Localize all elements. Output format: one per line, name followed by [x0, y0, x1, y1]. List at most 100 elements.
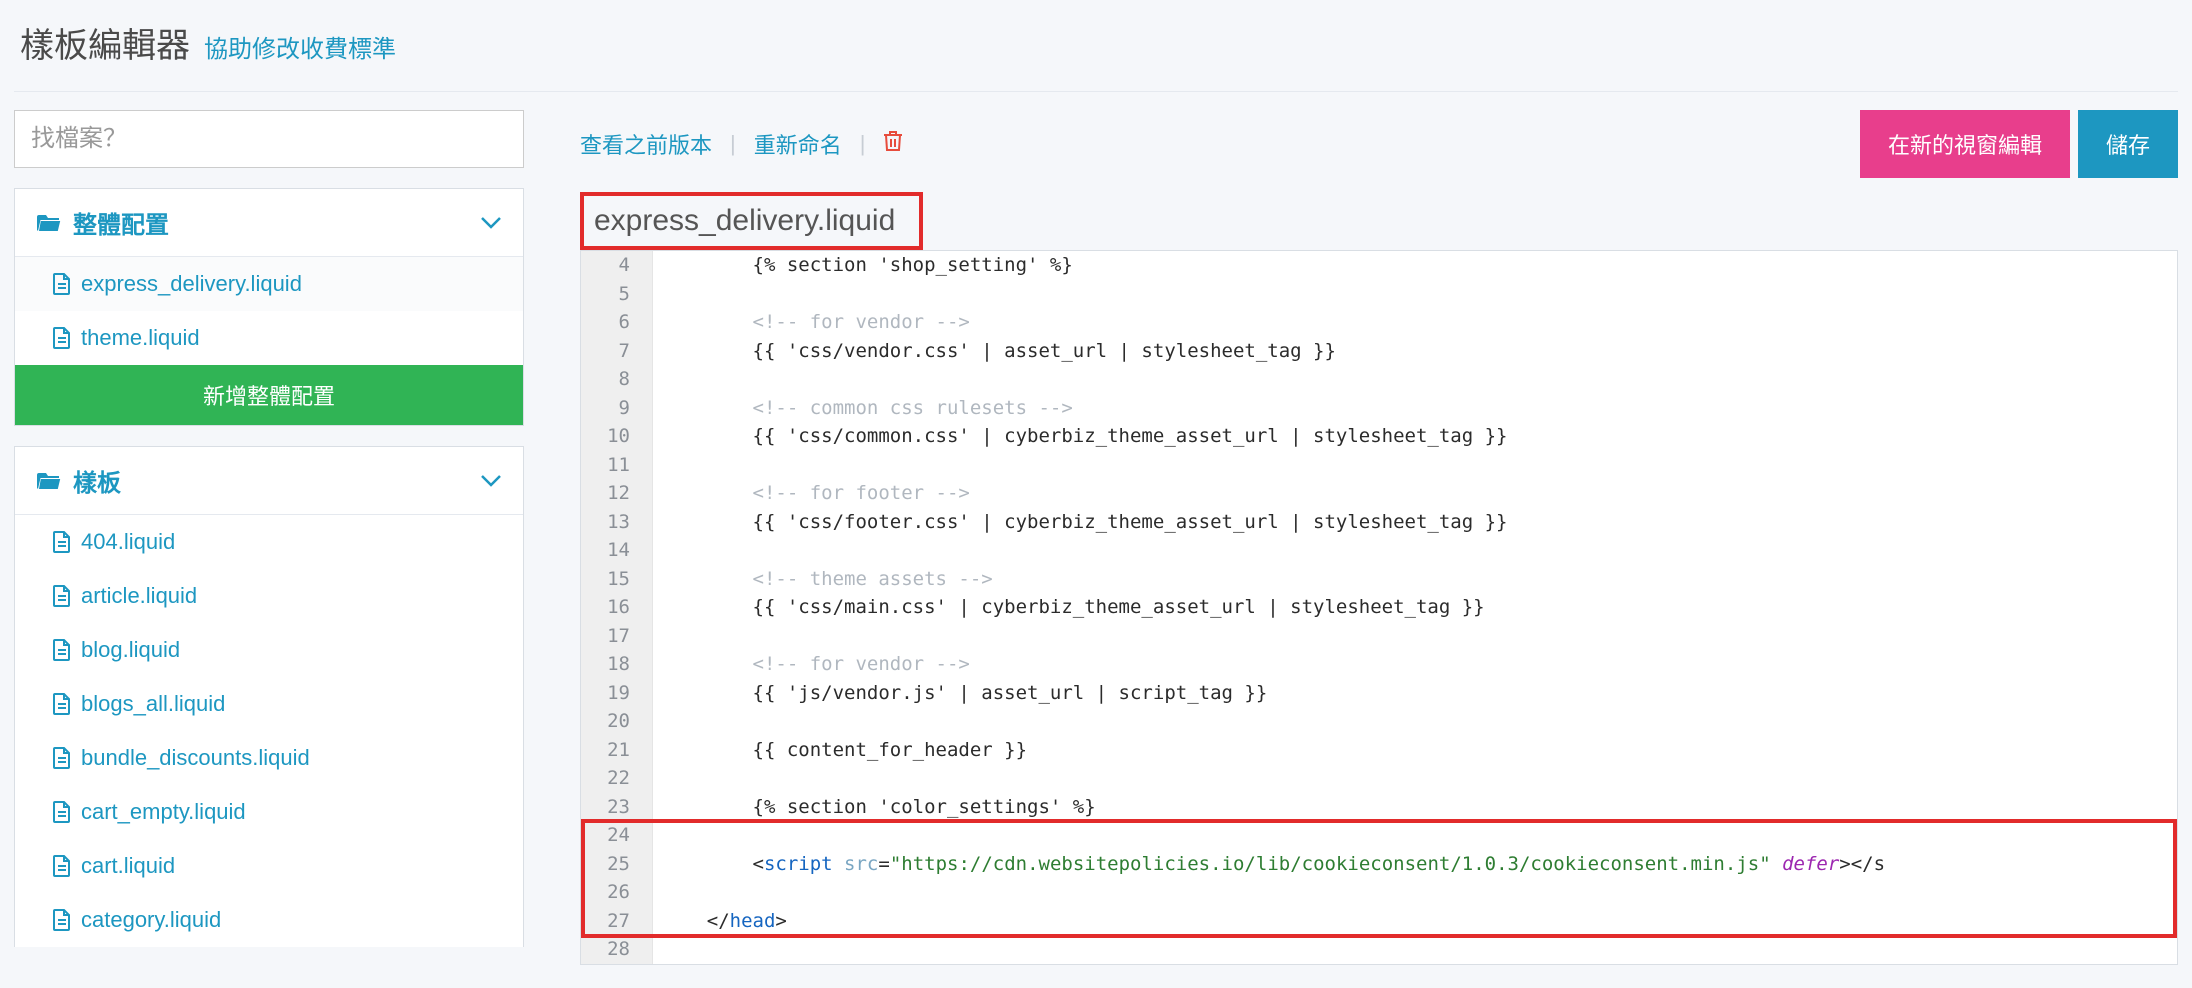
line-number: 11 [581, 451, 653, 480]
code-content [653, 935, 661, 964]
templates-file-list: 404.liquidarticle.liquid blog.liquid blogs… [15, 515, 523, 947]
add-layout-button[interactable]: 新增整體配置 [15, 365, 523, 425]
file-item[interactable]: category.liquid [15, 893, 523, 947]
code-content: {{ content_for_header }} [653, 736, 1027, 765]
code-content [653, 451, 661, 480]
line-number: 13 [581, 508, 653, 537]
file-name: cart.liquid [81, 853, 175, 879]
file-item[interactable]: cart_empty.liquid [15, 785, 523, 839]
line-number: 6 [581, 308, 653, 337]
code-line[interactable]: 11 [581, 451, 2177, 480]
code-line[interactable]: 18 <!-- for vendor --> [581, 650, 2177, 679]
code-line[interactable]: 22 [581, 764, 2177, 793]
line-number: 5 [581, 280, 653, 309]
code-line[interactable]: 25 <script src="https://cdn.websitepolic… [581, 850, 2177, 879]
folder-open-icon [37, 471, 61, 491]
code-line[interactable]: 4 {% section 'shop_setting' %} [581, 251, 2177, 280]
code-line[interactable]: 9 <!-- common css rulesets --> [581, 394, 2177, 423]
prev-version-link[interactable]: 查看之前版本 [580, 128, 712, 160]
file-name: blogs_all.liquid [81, 691, 225, 717]
filename-label: express_delivery.liquid [594, 204, 895, 237]
code-content [653, 878, 661, 907]
code-content: {% section 'color_settings' %} [653, 793, 1096, 822]
line-number: 17 [581, 622, 653, 651]
file-item[interactable]: express_delivery.liquid [15, 257, 523, 311]
panel-layout-head[interactable]: 整體配置 [15, 189, 523, 257]
line-number: 27 [581, 907, 653, 936]
code-line[interactable]: 14 [581, 536, 2177, 565]
edit-new-window-button[interactable]: 在新的視窗編輯 [1860, 110, 2070, 178]
content-area: 查看之前版本 | 重新命名 | 在新的視窗編輯 儲存 express_deliv… [580, 110, 2178, 965]
file-icon [53, 747, 71, 769]
code-line[interactable]: 27 </head> [581, 907, 2177, 936]
line-number: 24 [581, 821, 653, 850]
code-content: <!-- for vendor --> [653, 308, 970, 337]
line-number: 22 [581, 764, 653, 793]
code-line[interactable]: 23 {% section 'color_settings' %} [581, 793, 2177, 822]
panel-layout-title: 整體配置 [73, 205, 169, 240]
toolbar: 查看之前版本 | 重新命名 | 在新的視窗編輯 儲存 [580, 110, 2178, 178]
folder-open-icon [37, 213, 61, 233]
code-line[interactable]: 19 {{ 'js/vendor.js' | asset_url | scrip… [581, 679, 2177, 708]
trash-icon[interactable] [883, 130, 903, 158]
code-line[interactable]: 6 <!-- for vendor --> [581, 308, 2177, 337]
code-content [653, 280, 661, 309]
file-icon [53, 909, 71, 931]
code-content: {{ 'css/main.css' | cyberbiz_theme_asset… [653, 593, 1485, 622]
panel-templates-head[interactable]: 樣板 [15, 447, 523, 515]
code-line[interactable]: 21 {{ content_for_header }} [581, 736, 2177, 765]
line-number: 26 [581, 878, 653, 907]
file-name: blog.liquid [81, 637, 180, 663]
code-editor[interactable]: 4 {% section 'shop_setting' %}56 <!-- fo… [580, 250, 2178, 965]
line-number: 4 [581, 251, 653, 280]
file-item[interactable]: theme.liquid [15, 311, 523, 365]
code-line[interactable]: 8 [581, 365, 2177, 394]
divider: | [860, 131, 866, 157]
code-line[interactable]: 16 {{ 'css/main.css' | cyberbiz_theme_as… [581, 593, 2177, 622]
file-item[interactable]: article.liquid [15, 569, 523, 623]
file-item[interactable]: blogs_all.liquid [15, 677, 523, 731]
code-line[interactable]: 24 [581, 821, 2177, 850]
code-line[interactable]: 10 {{ 'css/common.css' | cyberbiz_theme_… [581, 422, 2177, 451]
file-item[interactable]: 404.liquid [15, 515, 523, 569]
code-content [653, 536, 661, 565]
panel-layout: 整體配置 express_delivery.liquidtheme.liquid… [14, 188, 524, 426]
file-item[interactable]: bundle_discounts.liquid [15, 731, 523, 785]
line-number: 16 [581, 593, 653, 622]
filename-highlight: express_delivery.liquid [580, 192, 923, 250]
code-line[interactable]: 26 [581, 878, 2177, 907]
line-number: 21 [581, 736, 653, 765]
rename-link[interactable]: 重新命名 [754, 128, 842, 160]
page-header: 樣板編輯器 協助修改收費標準 [0, 0, 2192, 91]
page-subtitle-link[interactable]: 協助修改收費標準 [204, 29, 396, 64]
line-number: 15 [581, 565, 653, 594]
code-line[interactable]: 7 {{ 'css/vendor.css' | asset_url | styl… [581, 337, 2177, 366]
file-item[interactable]: cart.liquid [15, 839, 523, 893]
search-input[interactable] [14, 110, 524, 168]
file-item[interactable]: blog.liquid [15, 623, 523, 677]
code-content: {{ 'css/footer.css' | cyberbiz_theme_ass… [653, 508, 1507, 537]
code-line[interactable]: 13 {{ 'css/footer.css' | cyberbiz_theme_… [581, 508, 2177, 537]
code-line[interactable]: 20 [581, 707, 2177, 736]
code-line[interactable]: 28 [581, 935, 2177, 964]
code-content [653, 764, 661, 793]
code-content: <!-- common css rulesets --> [653, 394, 1073, 423]
line-number: 20 [581, 707, 653, 736]
line-number: 14 [581, 536, 653, 565]
code-line[interactable]: 5 [581, 280, 2177, 309]
code-content: {% section 'shop_setting' %} [653, 251, 1073, 280]
save-button[interactable]: 儲存 [2078, 110, 2178, 178]
line-number: 10 [581, 422, 653, 451]
code-content: {{ 'css/common.css' | cyberbiz_theme_ass… [653, 422, 1507, 451]
panel-templates-title: 樣板 [73, 463, 121, 498]
code-line[interactable]: 17 [581, 622, 2177, 651]
divider [14, 91, 2178, 92]
line-number: 9 [581, 394, 653, 423]
line-number: 23 [581, 793, 653, 822]
file-name: cart_empty.liquid [81, 799, 246, 825]
code-content [653, 821, 661, 850]
code-line[interactable]: 12 <!-- for footer --> [581, 479, 2177, 508]
code-line[interactable]: 15 <!-- theme assets --> [581, 565, 2177, 594]
line-number: 18 [581, 650, 653, 679]
file-icon [53, 585, 71, 607]
